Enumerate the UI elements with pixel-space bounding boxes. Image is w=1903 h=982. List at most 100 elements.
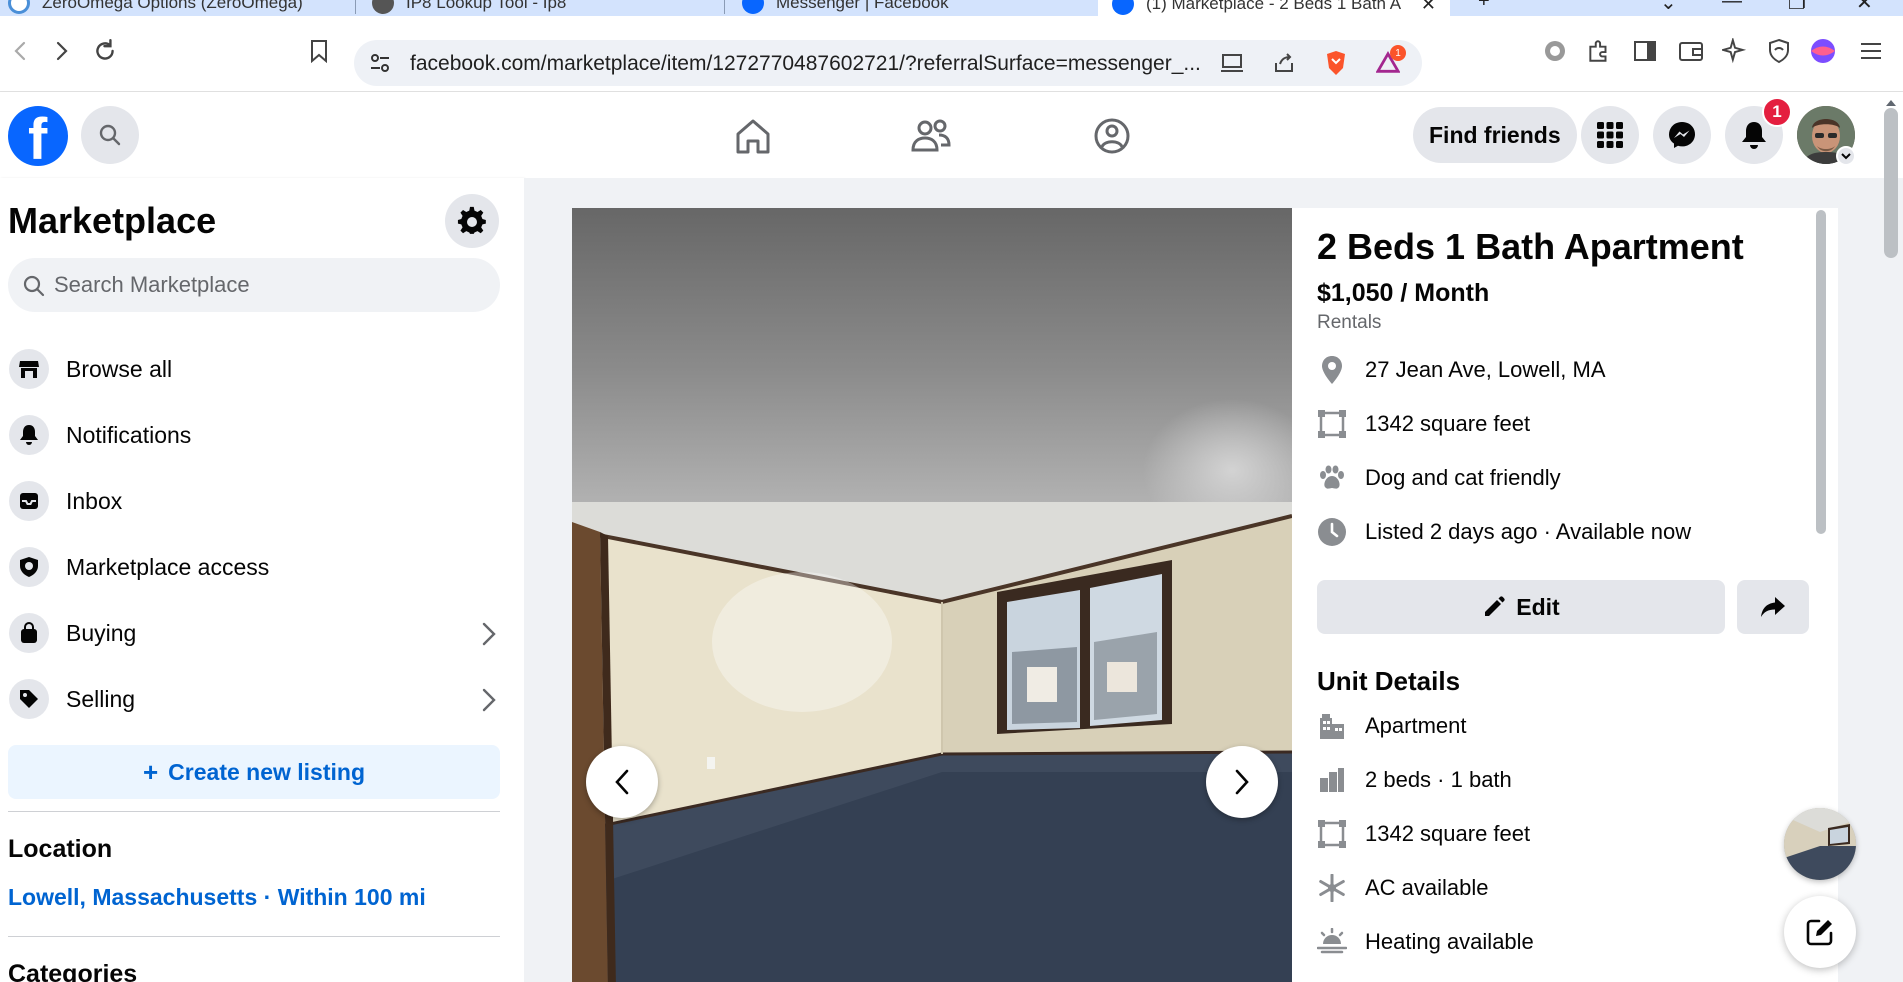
close-window-icon[interactable]: ✕ xyxy=(1856,0,1873,15)
profile-icon[interactable] xyxy=(1808,36,1838,66)
chevron-right-icon xyxy=(482,688,496,712)
search-icon xyxy=(99,124,121,146)
sidebar-item-buying[interactable]: Buying xyxy=(0,603,508,663)
listing-price: $1,050 / Month xyxy=(1317,279,1490,307)
home-nav-icon[interactable] xyxy=(733,116,773,156)
account-menu-chevron-icon[interactable] xyxy=(1836,146,1856,166)
new-tab-icon[interactable]: + xyxy=(1478,0,1490,13)
browser-menu-icon[interactable] xyxy=(1856,36,1886,66)
messenger-button[interactable] xyxy=(1653,106,1711,164)
browser-tab-zeroomega[interactable]: ZeroOmega Options (ZeroOmega) xyxy=(8,0,303,16)
back-icon[interactable] xyxy=(6,36,36,66)
listing-photo-viewer[interactable] xyxy=(572,208,1292,982)
messenger-icon xyxy=(1669,122,1695,148)
facebook-tab-icon xyxy=(742,0,764,14)
facebook-header: f Find friends 1 xyxy=(0,92,1903,178)
find-friends-button[interactable]: Find friends xyxy=(1413,107,1577,163)
cast-icon[interactable] xyxy=(1220,51,1244,75)
chat-head-thumbnail xyxy=(1784,808,1856,880)
unit-detail-heating: Heating available xyxy=(1317,922,1534,962)
extension-record-icon[interactable] xyxy=(1540,36,1570,66)
plus-icon: + xyxy=(142,757,159,787)
search-marketplace-input[interactable] xyxy=(54,258,484,312)
browser-tab-messenger[interactable]: Messenger | Facebook xyxy=(742,0,949,16)
gear-icon xyxy=(457,206,486,234)
page-scrollbar[interactable] xyxy=(1884,108,1898,258)
square-footage-icon xyxy=(1317,819,1347,849)
location-heading: Location xyxy=(8,835,113,863)
facebook-logo[interactable]: f xyxy=(8,106,68,170)
chevron-left-icon xyxy=(615,769,629,795)
listing-photo xyxy=(572,502,1292,982)
friends-nav-icon[interactable] xyxy=(911,116,951,156)
bookmark-icon[interactable] xyxy=(304,36,334,66)
extensions-puzzle-icon[interactable] xyxy=(1584,36,1614,66)
location-pin-icon xyxy=(1317,355,1347,385)
forward-icon[interactable] xyxy=(46,36,76,66)
browser-tab-marketplace[interactable]: (1) Marketplace - 2 Beds 1 Bath A ✕ xyxy=(1098,0,1450,16)
heating-icon xyxy=(1317,927,1347,957)
categories-heading: Categories xyxy=(8,960,138,982)
sidebar-item-inbox[interactable]: Inbox xyxy=(0,471,508,531)
sidebar-item-marketplace-access[interactable]: Marketplace access xyxy=(0,537,508,597)
bell-icon xyxy=(1742,122,1766,149)
listing-fact-sqft: 1342 square feet xyxy=(1317,404,1530,444)
listing-category: Rentals xyxy=(1317,312,1382,333)
brave-shields-icon[interactable] xyxy=(1324,51,1348,75)
browser-tab-bar: ZeroOmega Options (ZeroOmega) IP8 Lookup… xyxy=(0,0,1903,16)
browser-tab-ip8[interactable]: IP8 Lookup Tool - Ip8 xyxy=(372,0,566,16)
share-page-icon[interactable] xyxy=(1272,51,1296,75)
address-bar[interactable]: facebook.com/marketplace/item/1272770487… xyxy=(354,40,1422,86)
bed-icon xyxy=(1317,765,1347,795)
unit-detail-more xyxy=(1317,976,1347,982)
paw-icon xyxy=(1317,463,1347,493)
chat-head-bubble[interactable] xyxy=(1784,808,1856,880)
groups-nav-icon[interactable] xyxy=(1092,116,1132,156)
search-icon xyxy=(23,275,45,297)
create-new-listing-button[interactable]: + Create new listing xyxy=(8,745,500,799)
maximize-window-icon[interactable]: ❐ xyxy=(1788,0,1806,15)
marketplace-search xyxy=(8,258,500,312)
sidebar-item-notifications[interactable]: Notifications xyxy=(0,405,508,465)
wallet-icon[interactable] xyxy=(1676,36,1706,66)
tab-separator xyxy=(355,0,356,14)
sidebar-item-selling[interactable]: Selling xyxy=(0,669,508,729)
unit-detail-rooms: 2 beds · 1 bath xyxy=(1317,760,1512,800)
edit-listing-button[interactable]: Edit xyxy=(1317,580,1725,634)
scroll-up-arrow-icon[interactable] xyxy=(1884,98,1898,108)
marketplace-sidebar: Marketplace Browse all Notifications Inb… xyxy=(0,178,524,982)
notification-count-badge: 1 xyxy=(1762,97,1792,127)
sidebar-item-browse-all[interactable]: Browse all xyxy=(0,339,508,399)
share-arrow-icon xyxy=(1761,597,1785,617)
menu-grid-button[interactable] xyxy=(1581,106,1639,164)
tab-search-chevron-icon[interactable]: ⌄ xyxy=(1660,0,1677,15)
minimize-window-icon[interactable]: — xyxy=(1722,0,1742,13)
leo-ai-icon[interactable] xyxy=(1720,36,1750,66)
share-listing-button[interactable] xyxy=(1737,580,1809,634)
marketplace-settings-button[interactable] xyxy=(445,194,499,248)
site-settings-icon[interactable] xyxy=(368,51,392,75)
facebook-tab-icon xyxy=(1112,0,1134,15)
unit-detail-ac: AC available xyxy=(1317,868,1489,908)
storefront-icon xyxy=(9,349,49,389)
next-photo-button[interactable] xyxy=(1206,746,1278,818)
details-scrollbar[interactable] xyxy=(1816,210,1826,534)
search-facebook-button[interactable] xyxy=(81,106,139,164)
close-tab-icon[interactable]: ✕ xyxy=(1421,0,1436,15)
sidebar-toggle-icon[interactable] xyxy=(1630,36,1660,66)
clock-icon xyxy=(1317,517,1347,547)
listing-fact-address: 27 Jean Ave, Lowell, MA xyxy=(1317,350,1606,390)
square-footage-icon xyxy=(1317,409,1347,439)
sidebar-divider xyxy=(8,936,500,937)
shield-icon xyxy=(9,547,49,587)
vpn-shield-icon[interactable] xyxy=(1764,36,1794,66)
chevron-right-icon xyxy=(1235,769,1249,795)
reload-icon[interactable] xyxy=(90,36,120,66)
new-message-button[interactable] xyxy=(1784,896,1856,968)
location-filter-link[interactable]: Lowell, Massachusetts · Within 100 mi xyxy=(8,884,426,911)
brave-rewards-icon[interactable]: 1 xyxy=(1376,45,1406,75)
tab-separator xyxy=(724,0,725,14)
building-icon xyxy=(1317,711,1347,741)
previous-photo-button[interactable] xyxy=(586,746,658,818)
url-text[interactable]: facebook.com/marketplace/item/1272770487… xyxy=(410,52,1200,76)
